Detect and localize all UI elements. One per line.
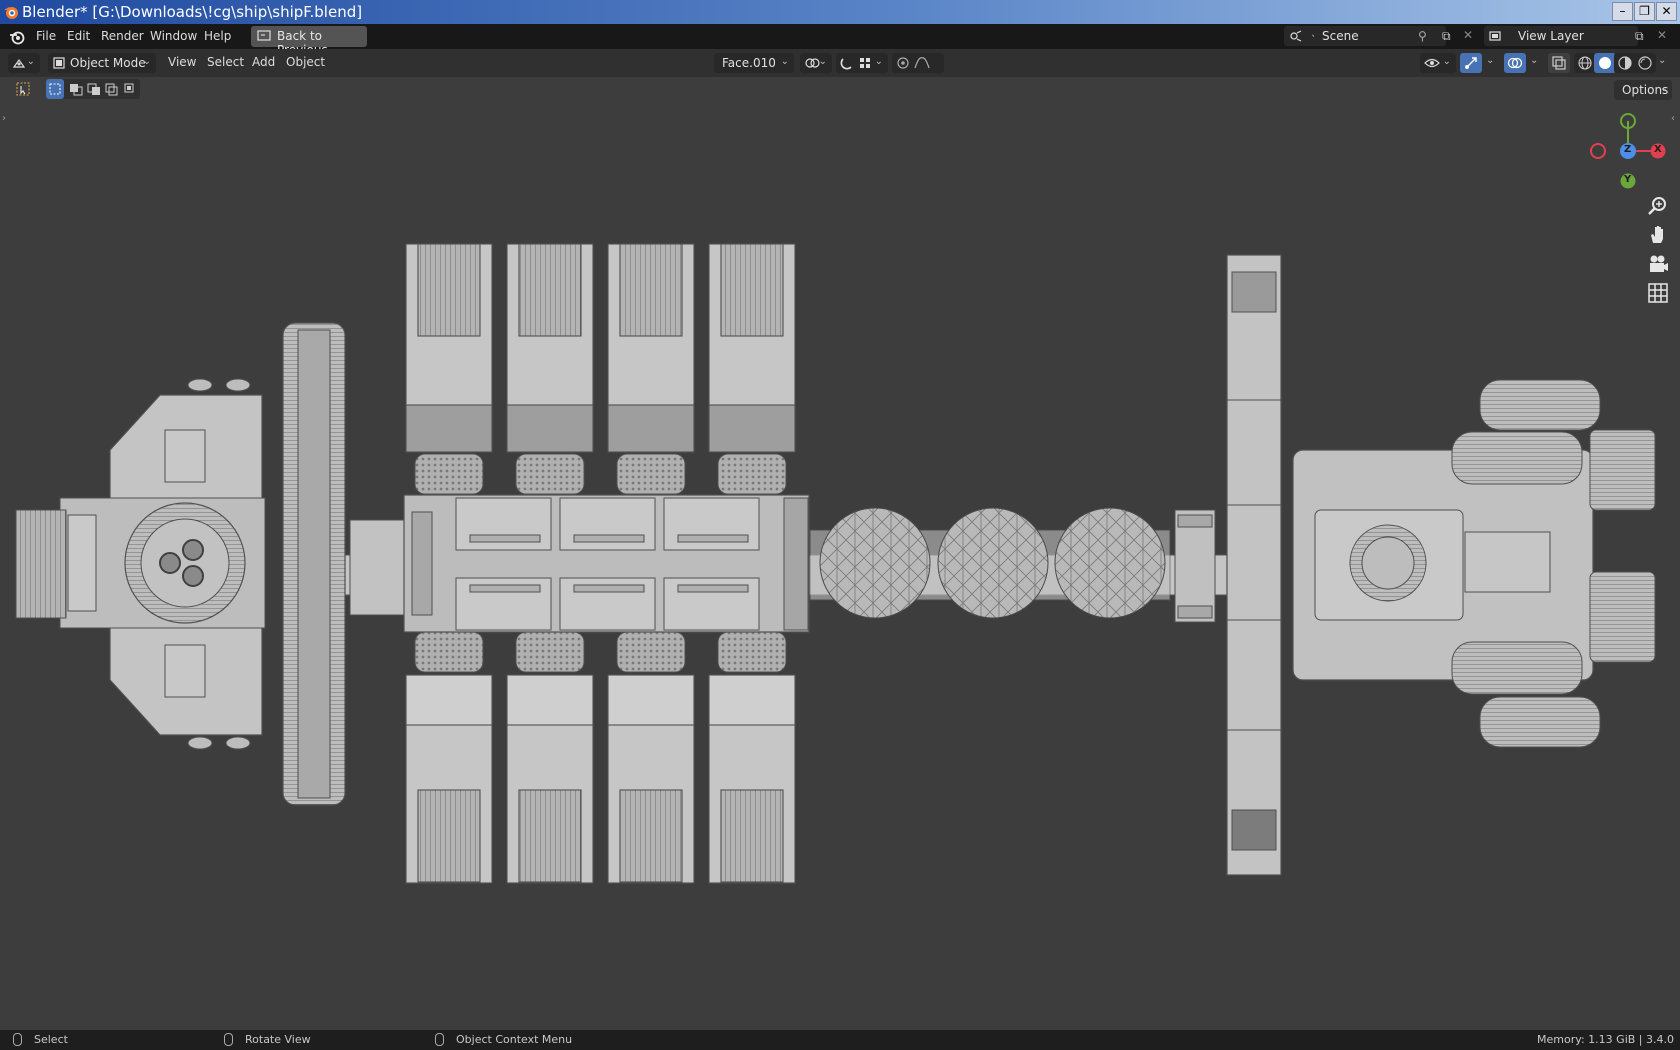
chevron-down-icon: ⌄: [780, 56, 789, 67]
xray-toggle[interactable]: [1548, 53, 1570, 73]
pivot-point-dropdown[interactable]: ⌄: [800, 53, 832, 73]
delete-view-layer-icon[interactable]: ✕: [1657, 28, 1667, 42]
transform-pivot-icon: [805, 58, 820, 68]
sidebar-expand-icon[interactable]: ‹: [1671, 113, 1675, 124]
close-window-button[interactable]: ✕: [1656, 2, 1677, 21]
gizmo-z-label: Z: [1624, 144, 1632, 155]
chevron-down-icon[interactable]: ⌄: [1530, 55, 1538, 66]
menu-view[interactable]: View: [168, 55, 196, 69]
wireframe-shading-icon: [1578, 56, 1592, 70]
scene-name: Scene: [1322, 29, 1359, 43]
delete-scene-icon[interactable]: ✕: [1463, 28, 1473, 42]
wireframe-shading-button[interactable]: [1574, 53, 1596, 73]
gizmo-toggle[interactable]: [1460, 53, 1482, 73]
zoom-icon[interactable]: [1646, 194, 1670, 218]
mouse-right-icon: [435, 1033, 444, 1046]
window-title: Blender* [G:\Downloads\!cg\ship\shipF.bl…: [22, 3, 363, 21]
status-context-menu: Object Context Menu: [456, 1033, 573, 1046]
grid-icon[interactable]: [1646, 281, 1670, 305]
editor-type-icon: [12, 58, 26, 68]
blender-logo-icon: [4, 7, 18, 19]
object-mode-label: Object Mode: [70, 56, 146, 70]
menu-edit[interactable]: Edit: [67, 29, 90, 43]
chevron-down-icon: ⌄: [818, 56, 827, 67]
selection-mode-group: [46, 79, 140, 99]
rendered-shading-button[interactable]: [1634, 53, 1656, 73]
chevron-down-icon[interactable]: ⌄: [1486, 55, 1494, 66]
gizmo-y-label: Y: [1624, 174, 1632, 185]
minimize-button[interactable]: –: [1612, 2, 1633, 21]
editor-type-dropdown[interactable]: ⌄: [8, 53, 40, 73]
top-menu-bar: File Edit Render Window Help Back to Pre…: [0, 24, 1680, 57]
visibility-icon: [1424, 58, 1440, 68]
new-view-layer-icon[interactable]: ⧉: [1635, 29, 1644, 44]
overlay-icon: [1507, 57, 1523, 69]
status-select: Select: [34, 1033, 68, 1046]
menu-render[interactable]: Render: [101, 29, 144, 43]
snap-increment-icon: [860, 58, 870, 68]
select-box-icon: [16, 82, 30, 96]
gizmo-icon: [1465, 57, 1477, 69]
visibility-dropdown[interactable]: ⌄: [1420, 53, 1456, 73]
chevron-down-icon: ⌄: [874, 56, 883, 67]
selection-mode-icons[interactable]: [46, 79, 140, 99]
rendered-shading-icon: [1638, 56, 1652, 70]
gizmo-x-negative[interactable]: [1590, 143, 1606, 159]
material-shading-button[interactable]: [1614, 53, 1636, 73]
new-scene-icon[interactable]: ⧉: [1442, 29, 1451, 44]
scene-icon: [1290, 30, 1302, 42]
chevron-down-icon: ⌄: [1442, 56, 1451, 67]
menu-file[interactable]: File: [36, 29, 56, 43]
pan-hand-icon[interactable]: [1646, 223, 1670, 247]
window-title-bar: Blender* [G:\Downloads\!cg\ship\shipF.bl…: [0, 0, 1680, 24]
snap-dropdown[interactable]: ⌄: [836, 53, 888, 73]
viewport-header: ⌄ Object Mode ⌄ View Select Add Object F…: [0, 49, 1680, 77]
menu-window[interactable]: Window: [150, 29, 197, 43]
screen-back-icon: [257, 30, 271, 41]
toolbar-expand-icon[interactable]: ›: [2, 113, 6, 124]
proportional-editing-dropdown[interactable]: [892, 53, 944, 73]
menu-help[interactable]: Help: [204, 29, 231, 43]
gizmo-x-label: X: [1654, 144, 1662, 155]
object-mode-dropdown[interactable]: Object Mode ⌄: [48, 53, 156, 73]
object-mode-icon: [53, 57, 65, 69]
xray-icon: [1552, 56, 1566, 70]
view-layer-name-field[interactable]: View Layer: [1510, 26, 1638, 46]
transform-orientation-dropdown[interactable]: Face.010 ⌄: [714, 53, 794, 73]
spaceship-model[interactable]: [0, 101, 1680, 1030]
select-box-tool-button[interactable]: [12, 79, 34, 99]
chevron-down-icon: ⌄: [26, 56, 35, 67]
transform-orientation-label: Face.010: [722, 56, 776, 70]
chevron-down-icon: ⌄: [142, 56, 151, 67]
view-layer-name: View Layer: [1518, 29, 1584, 43]
proportional-edit-icon: [897, 57, 909, 69]
chevron-down-icon[interactable]: ⌄: [1658, 55, 1666, 66]
menu-object[interactable]: Object: [286, 55, 325, 69]
snap-icon: [840, 58, 852, 70]
falloff-icon: [914, 57, 930, 69]
mouse-middle-icon: [224, 1033, 233, 1046]
solid-shading-button[interactable]: [1594, 53, 1616, 73]
solid-shading-icon: [1599, 57, 1611, 69]
menu-select[interactable]: Select: [207, 55, 244, 69]
pin-icon[interactable]: ⚲: [1418, 29, 1427, 43]
3d-viewport[interactable]: X Y Z › ‹: [0, 101, 1680, 1030]
menu-add[interactable]: Add: [252, 55, 275, 69]
camera-icon[interactable]: [1646, 252, 1670, 276]
view-layer-icon: [1489, 31, 1501, 41]
back-to-previous-button[interactable]: Back to Previous: [251, 26, 367, 57]
options-dropdown[interactable]: Options ⌄: [1614, 80, 1672, 100]
tool-settings-row: Options ⌄: [0, 77, 1680, 101]
memory-version: Memory: 1.13 GiB | 3.4.0: [1537, 1033, 1674, 1046]
chevron-down-icon: ⌄: [1659, 83, 1668, 94]
status-bar: Select Rotate View Object Context Menu M…: [0, 1030, 1680, 1050]
mouse-left-icon: [13, 1033, 22, 1046]
overlay-toggle[interactable]: [1504, 53, 1526, 73]
maximize-button[interactable]: ❐: [1634, 2, 1655, 21]
blender-logo-icon[interactable]: [9, 29, 25, 45]
material-shading-icon: [1618, 56, 1632, 70]
status-rotate: Rotate View: [245, 1033, 311, 1046]
